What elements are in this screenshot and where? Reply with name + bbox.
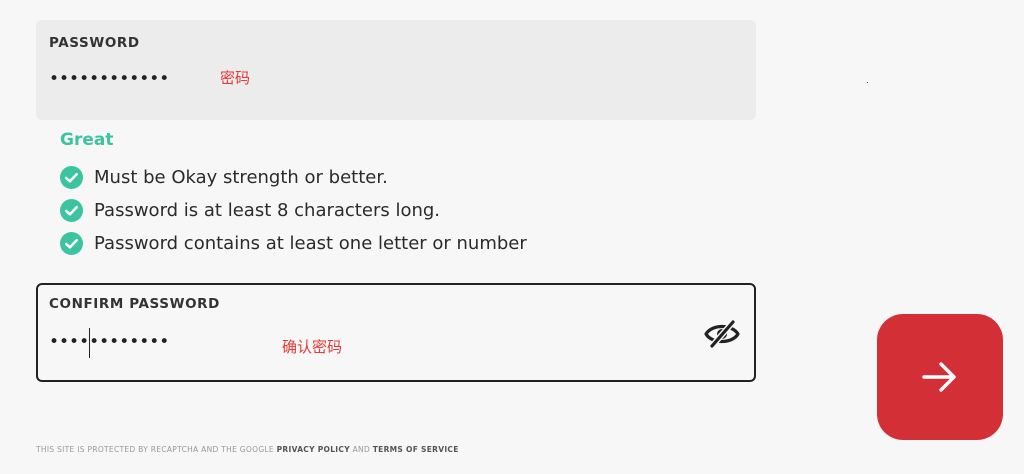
- check-circle-icon: [60, 232, 83, 255]
- terms-of-service-link[interactable]: TERMS OF SERVICE: [373, 445, 459, 454]
- confirm-password-label: CONFIRM PASSWORD: [49, 296, 220, 312]
- stray-dot: [867, 82, 868, 83]
- requirement-item: Password is at least 8 characters long.: [60, 199, 440, 222]
- confirm-password-annotation: 确认密码: [282, 338, 343, 356]
- requirement-text: Password contains at least one letter or…: [94, 233, 527, 254]
- confirm-password-input[interactable]: ••••••••••••: [49, 332, 169, 352]
- password-label: PASSWORD: [49, 35, 140, 51]
- password-field[interactable]: PASSWORD •••••••••••• 密码: [36, 20, 756, 120]
- recaptcha-notice-and: AND: [349, 445, 373, 454]
- text-cursor: [89, 328, 90, 358]
- recaptcha-notice: THIS SITE IS PROTECTED BY RECAPTCHA AND …: [36, 445, 459, 454]
- requirement-item: Must be Okay strength or better.: [60, 166, 388, 189]
- eye-slash-icon[interactable]: [704, 320, 740, 348]
- password-input[interactable]: ••••••••••••: [49, 69, 169, 89]
- submit-button[interactable]: [877, 314, 1003, 440]
- check-circle-icon: [60, 199, 83, 222]
- check-circle-icon: [60, 166, 83, 189]
- password-annotation: 密码: [220, 69, 251, 87]
- requirement-text: Password is at least 8 characters long.: [94, 200, 441, 221]
- privacy-policy-link[interactable]: PRIVACY POLICY: [277, 445, 350, 454]
- password-strength-label: Great: [60, 130, 114, 150]
- confirm-password-field[interactable]: CONFIRM PASSWORD •••••••••••• 确认密码: [36, 283, 756, 382]
- requirement-text: Must be Okay strength or better.: [94, 167, 388, 188]
- arrow-right-icon: [922, 362, 956, 392]
- requirement-item: Password contains at least one letter or…: [60, 232, 527, 255]
- recaptcha-notice-text: THIS SITE IS PROTECTED BY RECAPTCHA AND …: [36, 445, 277, 454]
